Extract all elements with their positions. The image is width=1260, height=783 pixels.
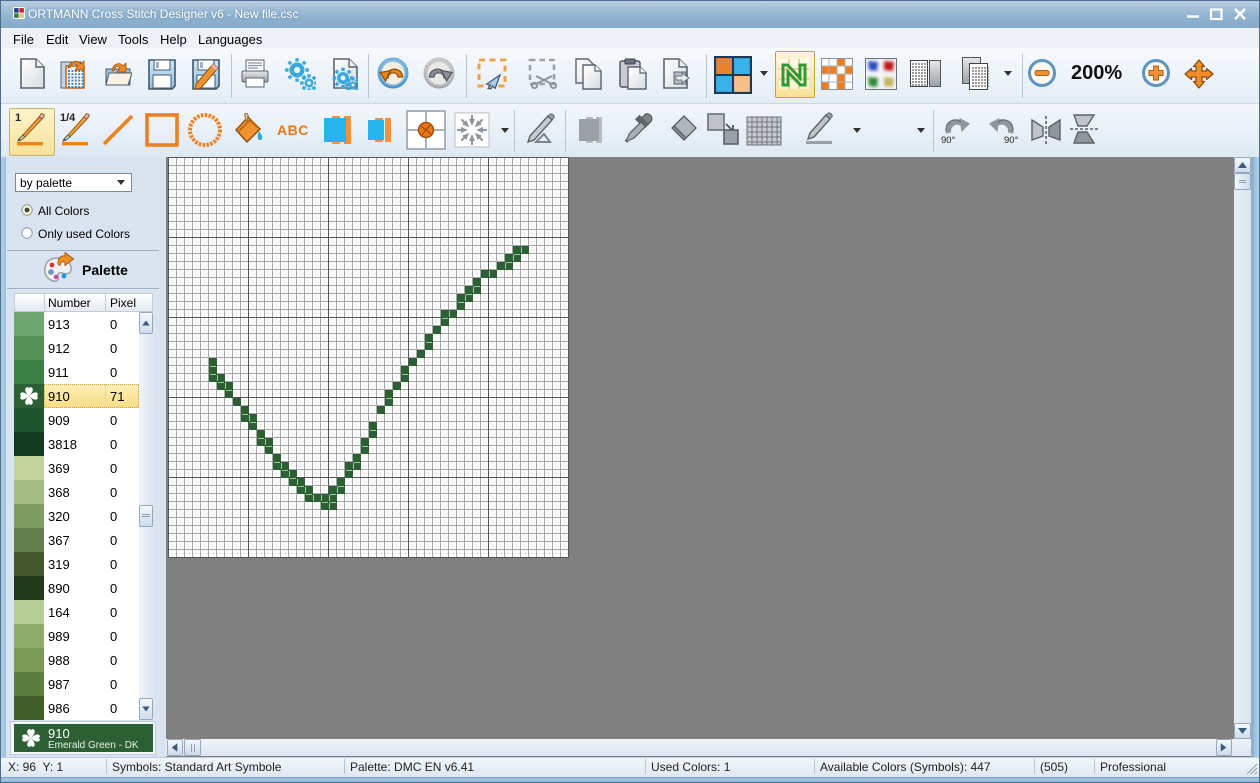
- svg-text:90°: 90°: [1004, 135, 1019, 146]
- svg-text:1/4: 1/4: [60, 112, 76, 124]
- svg-text:90°: 90°: [941, 135, 956, 146]
- svg-text:1: 1: [15, 112, 21, 124]
